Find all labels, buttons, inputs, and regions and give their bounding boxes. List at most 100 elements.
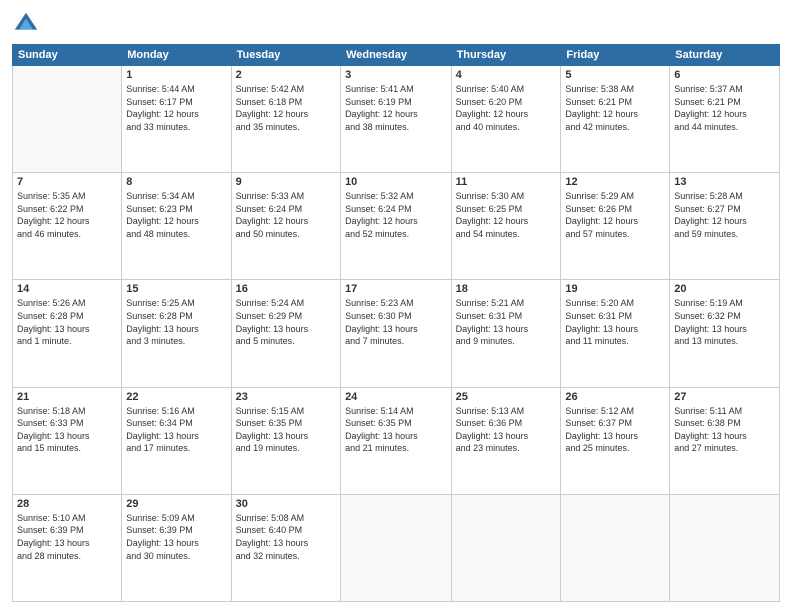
day-content: Sunrise: 5:16 AM Sunset: 6:34 PM Dayligh…	[126, 405, 226, 455]
day-content: Sunrise: 5:40 AM Sunset: 6:20 PM Dayligh…	[456, 83, 557, 133]
day-content: Sunrise: 5:32 AM Sunset: 6:24 PM Dayligh…	[345, 190, 447, 240]
calendar-cell: 6 Sunrise: 5:37 AM Sunset: 6:21 PM Daylig…	[670, 66, 780, 173]
calendar-cell: 10 Sunrise: 5:32 AM Sunset: 6:24 PM Dayli…	[341, 173, 452, 280]
weekday-header-sunday: Sunday	[13, 45, 122, 66]
day-number: 4	[456, 69, 557, 81]
calendar-cell: 2 Sunrise: 5:42 AM Sunset: 6:18 PM Daylig…	[231, 66, 340, 173]
day-number: 26	[565, 391, 665, 403]
day-number: 17	[345, 283, 447, 295]
calendar-cell: 24 Sunrise: 5:14 AM Sunset: 6:35 PM Dayli…	[341, 387, 452, 494]
day-content: Sunrise: 5:23 AM Sunset: 6:30 PM Dayligh…	[345, 297, 447, 347]
calendar-cell	[561, 494, 670, 601]
day-number: 5	[565, 69, 665, 81]
day-content: Sunrise: 5:26 AM Sunset: 6:28 PM Dayligh…	[17, 297, 117, 347]
day-content: Sunrise: 5:21 AM Sunset: 6:31 PM Dayligh…	[456, 297, 557, 347]
calendar-cell	[670, 494, 780, 601]
day-content: Sunrise: 5:30 AM Sunset: 6:25 PM Dayligh…	[456, 190, 557, 240]
week-row-1: 7Sunrise: 5:35 AM Sunset: 6:22 PM Daylig…	[13, 173, 780, 280]
calendar-cell: 8 Sunrise: 5:34 AM Sunset: 6:23 PM Daylig…	[122, 173, 231, 280]
logo	[12, 10, 44, 38]
day-number: 19	[565, 283, 665, 295]
day-content: Sunrise: 5:19 AM Sunset: 6:32 PM Dayligh…	[674, 297, 775, 347]
day-number: 28	[17, 498, 117, 510]
weekday-header-monday: Monday	[122, 45, 231, 66]
calendar-cell: 19 Sunrise: 5:20 AM Sunset: 6:31 PM Dayli…	[561, 280, 670, 387]
day-number: 16	[236, 283, 336, 295]
day-content: Sunrise: 5:18 AM Sunset: 6:33 PM Dayligh…	[17, 405, 117, 455]
day-content: Sunrise: 5:29 AM Sunset: 6:26 PM Dayligh…	[565, 190, 665, 240]
calendar-cell: 12 Sunrise: 5:29 AM Sunset: 6:26 PM Dayli…	[561, 173, 670, 280]
day-content: Sunrise: 5:34 AM Sunset: 6:23 PM Dayligh…	[126, 190, 226, 240]
calendar-cell: 1 Sunrise: 5:44 AM Sunset: 6:17 PM Daylig…	[122, 66, 231, 173]
day-content: Sunrise: 5:37 AM Sunset: 6:21 PM Dayligh…	[674, 83, 775, 133]
calendar-cell: 14 Sunrise: 5:26 AM Sunset: 6:28 PM Dayli…	[13, 280, 122, 387]
calendar-cell: 13 Sunrise: 5:28 AM Sunset: 6:27 PM Dayli…	[670, 173, 780, 280]
day-number: 22	[126, 391, 226, 403]
day-content: Sunrise: 5:42 AM Sunset: 6:18 PM Dayligh…	[236, 83, 336, 133]
day-content: Sunrise: 5:33 AM Sunset: 6:24 PM Dayligh…	[236, 190, 336, 240]
weekday-header-thursday: Thursday	[451, 45, 561, 66]
day-number: 13	[674, 176, 775, 188]
day-content: Sunrise: 5:35 AM Sunset: 6:22 PM Dayligh…	[17, 190, 117, 240]
calendar-cell: 9 Sunrise: 5:33 AM Sunset: 6:24 PM Daylig…	[231, 173, 340, 280]
day-number: 2	[236, 69, 336, 81]
calendar-cell: 26 Sunrise: 5:12 AM Sunset: 6:37 PM Dayli…	[561, 387, 670, 494]
day-content: Sunrise: 5:41 AM Sunset: 6:19 PM Dayligh…	[345, 83, 447, 133]
day-number: 23	[236, 391, 336, 403]
day-number: 30	[236, 498, 336, 510]
day-content: Sunrise: 5:25 AM Sunset: 6:28 PM Dayligh…	[126, 297, 226, 347]
calendar-cell: 25Sunrise: 5:13 AM Sunset: 6:36 PM Dayli…	[451, 387, 561, 494]
day-number: 18	[456, 283, 557, 295]
day-content: Sunrise: 5:13 AM Sunset: 6:36 PM Dayligh…	[456, 405, 557, 455]
day-number: 6	[674, 69, 775, 81]
weekday-header-row: SundayMondayTuesdayWednesdayThursdayFrid…	[13, 45, 780, 66]
logo-icon	[12, 10, 40, 38]
day-number: 12	[565, 176, 665, 188]
day-content: Sunrise: 5:38 AM Sunset: 6:21 PM Dayligh…	[565, 83, 665, 133]
day-content: Sunrise: 5:09 AM Sunset: 6:39 PM Dayligh…	[126, 512, 226, 562]
day-number: 1	[126, 69, 226, 81]
day-content: Sunrise: 5:20 AM Sunset: 6:31 PM Dayligh…	[565, 297, 665, 347]
day-content: Sunrise: 5:28 AM Sunset: 6:27 PM Dayligh…	[674, 190, 775, 240]
day-content: Sunrise: 5:44 AM Sunset: 6:17 PM Dayligh…	[126, 83, 226, 133]
calendar-cell: 22 Sunrise: 5:16 AM Sunset: 6:34 PM Dayli…	[122, 387, 231, 494]
calendar-cell: 20 Sunrise: 5:19 AM Sunset: 6:32 PM Dayli…	[670, 280, 780, 387]
week-row-3: 21Sunrise: 5:18 AM Sunset: 6:33 PM Dayli…	[13, 387, 780, 494]
day-number: 24	[345, 391, 447, 403]
week-row-4: 28Sunrise: 5:10 AM Sunset: 6:39 PM Dayli…	[13, 494, 780, 601]
calendar-table: SundayMondayTuesdayWednesdayThursdayFrid…	[12, 44, 780, 602]
weekday-header-tuesday: Tuesday	[231, 45, 340, 66]
day-number: 14	[17, 283, 117, 295]
page: SundayMondayTuesdayWednesdayThursdayFrid…	[0, 0, 792, 612]
day-content: Sunrise: 5:14 AM Sunset: 6:35 PM Dayligh…	[345, 405, 447, 455]
day-number: 3	[345, 69, 447, 81]
weekday-header-saturday: Saturday	[670, 45, 780, 66]
calendar-cell: 29Sunrise: 5:09 AM Sunset: 6:39 PM Dayli…	[122, 494, 231, 601]
calendar-cell: 5 Sunrise: 5:38 AM Sunset: 6:21 PM Daylig…	[561, 66, 670, 173]
day-number: 27	[674, 391, 775, 403]
calendar-cell: 23 Sunrise: 5:15 AM Sunset: 6:35 PM Dayli…	[231, 387, 340, 494]
day-content: Sunrise: 5:15 AM Sunset: 6:35 PM Dayligh…	[236, 405, 336, 455]
calendar-cell: 28Sunrise: 5:10 AM Sunset: 6:39 PM Dayli…	[13, 494, 122, 601]
weekday-header-wednesday: Wednesday	[341, 45, 452, 66]
calendar-cell: 27 Sunrise: 5:11 AM Sunset: 6:38 PM Dayli…	[670, 387, 780, 494]
day-number: 10	[345, 176, 447, 188]
calendar-cell: 11 Sunrise: 5:30 AM Sunset: 6:25 PM Dayli…	[451, 173, 561, 280]
calendar-cell: 7Sunrise: 5:35 AM Sunset: 6:22 PM Daylig…	[13, 173, 122, 280]
day-number: 11	[456, 176, 557, 188]
calendar-cell: 30 Sunrise: 5:08 AM Sunset: 6:40 PM Dayli…	[231, 494, 340, 601]
day-number: 9	[236, 176, 336, 188]
header	[12, 10, 780, 38]
calendar-cell	[451, 494, 561, 601]
calendar-cell	[341, 494, 452, 601]
weekday-header-friday: Friday	[561, 45, 670, 66]
day-content: Sunrise: 5:12 AM Sunset: 6:37 PM Dayligh…	[565, 405, 665, 455]
day-number: 8	[126, 176, 226, 188]
day-number: 20	[674, 283, 775, 295]
week-row-2: 14 Sunrise: 5:26 AM Sunset: 6:28 PM Dayli…	[13, 280, 780, 387]
week-row-0: 1 Sunrise: 5:44 AM Sunset: 6:17 PM Daylig…	[13, 66, 780, 173]
calendar-cell: 18 Sunrise: 5:21 AM Sunset: 6:31 PM Dayli…	[451, 280, 561, 387]
calendar-cell: 4 Sunrise: 5:40 AM Sunset: 6:20 PM Daylig…	[451, 66, 561, 173]
day-content: Sunrise: 5:11 AM Sunset: 6:38 PM Dayligh…	[674, 405, 775, 455]
day-content: Sunrise: 5:08 AM Sunset: 6:40 PM Dayligh…	[236, 512, 336, 562]
